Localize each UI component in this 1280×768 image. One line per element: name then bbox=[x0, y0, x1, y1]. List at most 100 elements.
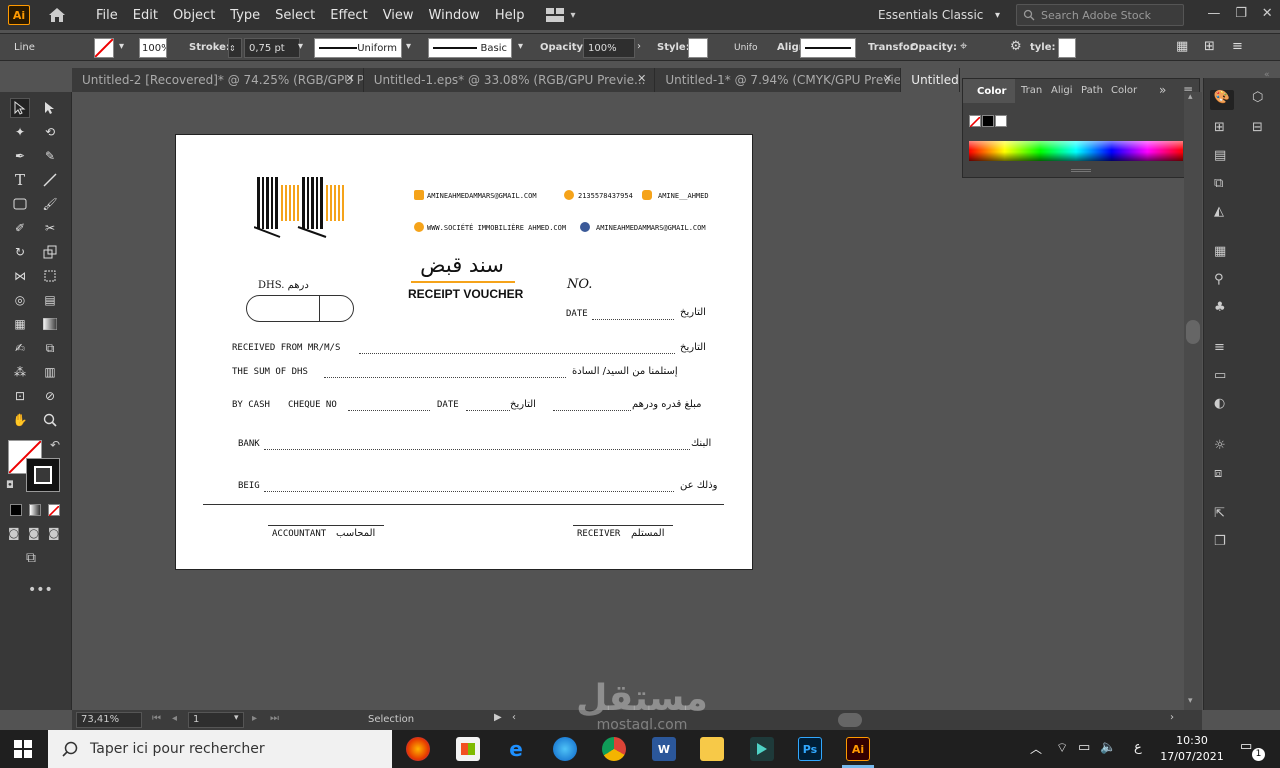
illustrator-icon[interactable]: Ai bbox=[846, 737, 870, 761]
lasso-tool-icon[interactable]: ⟲ bbox=[40, 122, 60, 142]
graphic-style-swatch[interactable] bbox=[688, 38, 708, 58]
close-icon[interactable]: ✕ bbox=[1262, 6, 1273, 24]
gradient-mode-icon[interactable] bbox=[29, 504, 41, 516]
pen-tool-icon[interactable]: ✒ bbox=[10, 146, 30, 166]
menu-view[interactable]: View bbox=[383, 8, 414, 23]
graphic-styles-panel-icon[interactable]: ⧈ bbox=[1214, 466, 1222, 481]
media-player-icon[interactable] bbox=[750, 737, 774, 761]
libraries-panel-icon[interactable]: ⬡ bbox=[1252, 90, 1263, 105]
properties-panel-icon[interactable]: ⊟ bbox=[1252, 120, 1263, 135]
black-swatch[interactable] bbox=[982, 115, 994, 127]
menu-select[interactable]: Select bbox=[275, 8, 315, 23]
artboards-panel-icon[interactable]: ❐ bbox=[1214, 534, 1226, 549]
brushes-panel-icon[interactable]: ⚲ bbox=[1214, 272, 1224, 287]
tab-untitled-2-recovered[interactable]: Untitled-2 [Recovered]* @ 74.25% (RGB/GP… bbox=[72, 68, 364, 92]
stroke-panel-icon[interactable]: ≡ bbox=[1214, 340, 1225, 355]
grid-icon[interactable]: ▦ bbox=[1176, 39, 1188, 54]
transform-panel-icon[interactable]: ⊞ bbox=[1214, 120, 1225, 135]
rectangle-tool-icon[interactable] bbox=[10, 194, 30, 214]
clock-date[interactable]: 17/07/2021 bbox=[1160, 750, 1224, 763]
menu-effect[interactable]: Effect bbox=[330, 8, 367, 23]
swatches-panel-icon[interactable]: ▦ bbox=[1214, 244, 1226, 259]
taskbar-search-box[interactable]: Taper ici pour rechercher bbox=[48, 730, 392, 768]
menu-window[interactable]: Window bbox=[429, 8, 480, 23]
shaper-tool-icon[interactable]: ✐ bbox=[10, 218, 30, 238]
artboard[interactable]: AMINEAHMEDAMMARS@GMAIL.COM 2135578437954… bbox=[175, 134, 753, 570]
default-colors-icon[interactable]: ◘ bbox=[6, 480, 14, 491]
pathfinder-panel-icon[interactable]: ⧉ bbox=[1214, 176, 1223, 191]
rotate-tool-icon[interactable]: ↻ bbox=[10, 242, 30, 262]
selection-tool-icon[interactable] bbox=[10, 98, 30, 118]
home-icon[interactable] bbox=[46, 5, 68, 25]
stroke-swatch[interactable]: 100% bbox=[139, 38, 167, 58]
symbol-sprayer-tool-icon[interactable]: ⁂ bbox=[10, 362, 30, 382]
vertical-scrollbar[interactable]: ▴ ▾ bbox=[1184, 92, 1202, 710]
paintbrush-tool-icon[interactable]: 🖌 bbox=[40, 194, 60, 214]
brush-definition[interactable]: Basic bbox=[428, 38, 512, 58]
type-swatch[interactable] bbox=[1058, 38, 1076, 58]
transform-label[interactable]: Transfor bbox=[868, 42, 915, 53]
windows-start-icon[interactable] bbox=[14, 740, 34, 758]
edge-icon[interactable]: e bbox=[504, 737, 528, 761]
type-tool-icon[interactable]: T bbox=[10, 170, 30, 190]
zoom-tool-icon[interactable] bbox=[40, 410, 60, 430]
close-icon[interactable]: ✕ bbox=[637, 72, 646, 85]
slice-tool-icon[interactable]: ⊘ bbox=[40, 386, 60, 406]
firefox-icon[interactable] bbox=[406, 737, 430, 761]
free-transform-tool-icon[interactable] bbox=[40, 266, 60, 286]
column-graph-tool-icon[interactable]: ▥ bbox=[40, 362, 60, 382]
magic-wand-tool-icon[interactable]: ✦ bbox=[10, 122, 30, 142]
chevron-down-icon[interactable]: ▾ bbox=[298, 41, 303, 52]
first-artboard-icon[interactable]: ⏮ bbox=[152, 713, 161, 724]
panel-resize-grip[interactable] bbox=[1071, 169, 1091, 172]
none-swatch[interactable] bbox=[969, 115, 981, 128]
puppet-warp-icon[interactable]: ⌖ bbox=[960, 39, 967, 54]
scroll-down-icon[interactable]: ▾ bbox=[1188, 696, 1193, 706]
scale-tool-icon[interactable] bbox=[40, 242, 60, 262]
file-explorer-icon[interactable] bbox=[700, 737, 724, 761]
restore-icon[interactable]: ❐ bbox=[1235, 6, 1247, 24]
white-swatch[interactable] bbox=[995, 115, 1007, 127]
transparency-panel-icon[interactable]: ◐ bbox=[1214, 396, 1225, 411]
draw-inside-icon[interactable]: ◙ bbox=[48, 526, 60, 540]
chevron-down-icon[interactable]: ▾ bbox=[234, 713, 239, 723]
last-artboard-icon[interactable]: ⏭ bbox=[270, 713, 279, 724]
horizontal-scroll-thumb[interactable] bbox=[838, 713, 862, 727]
align-preview[interactable] bbox=[800, 38, 856, 58]
direct-selection-tool-icon[interactable] bbox=[40, 98, 60, 118]
artboard-tool-icon[interactable]: ⊡ bbox=[10, 386, 30, 406]
panel-tab-pathfinder[interactable]: Path bbox=[1081, 85, 1103, 96]
collapse-dock-icon[interactable]: « bbox=[1264, 70, 1270, 80]
tab-untitled-1[interactable]: Untitled-1* @ 7.94% (CMYK/GPU Previe... … bbox=[655, 68, 902, 92]
gradient2-panel-icon[interactable]: ▭ bbox=[1214, 368, 1226, 383]
next-artboard-icon[interactable]: ▸ bbox=[252, 713, 257, 724]
panel-tab-color-guide[interactable]: Color bbox=[1111, 85, 1137, 96]
menu-object[interactable]: Object bbox=[173, 8, 215, 23]
close-icon[interactable]: ✕ bbox=[345, 72, 354, 85]
swap-colors-icon[interactable]: ↶ bbox=[50, 438, 60, 452]
scroll-up-icon[interactable]: ▴ bbox=[1188, 92, 1193, 102]
gradient-tool-icon[interactable] bbox=[40, 314, 60, 334]
chevron-down-icon[interactable]: ▾ bbox=[406, 41, 411, 52]
battery-icon[interactable]: ▭ bbox=[1078, 740, 1090, 755]
transform-icon[interactable]: ⊞ bbox=[1204, 39, 1215, 54]
word-icon[interactable]: W bbox=[652, 737, 676, 761]
menu-type[interactable]: Type bbox=[230, 8, 260, 23]
close-icon[interactable]: ✕ bbox=[883, 72, 892, 85]
stroke-weight-input[interactable]: 0,75 pt bbox=[244, 38, 300, 58]
store-icon[interactable] bbox=[456, 737, 480, 761]
notification-icon[interactable]: ▭ bbox=[1240, 739, 1252, 754]
scroll-right-icon[interactable]: › bbox=[1170, 712, 1174, 723]
vertical-scroll-thumb[interactable] bbox=[1186, 320, 1200, 344]
panel-expand-icon[interactable]: » bbox=[1159, 83, 1166, 97]
tab-untitled-1-eps[interactable]: Untitled-1.eps* @ 33.08% (RGB/GPU Previe… bbox=[364, 68, 656, 92]
panel-tab-align[interactable]: Aligi bbox=[1051, 85, 1073, 96]
chevron-down-icon[interactable]: ▾ bbox=[518, 41, 523, 52]
curvature-tool-icon[interactable]: ✎ bbox=[40, 146, 60, 166]
edge-chromium-icon[interactable] bbox=[553, 737, 577, 761]
mesh-tool-icon[interactable]: ▦ bbox=[10, 314, 30, 334]
more-tools-icon[interactable]: ••• bbox=[28, 582, 53, 598]
photoshop-icon[interactable]: Ps bbox=[798, 737, 822, 761]
stroke-stepper[interactable]: ⇕ bbox=[228, 38, 242, 58]
hand-tool-icon[interactable]: ✋ bbox=[10, 410, 30, 430]
